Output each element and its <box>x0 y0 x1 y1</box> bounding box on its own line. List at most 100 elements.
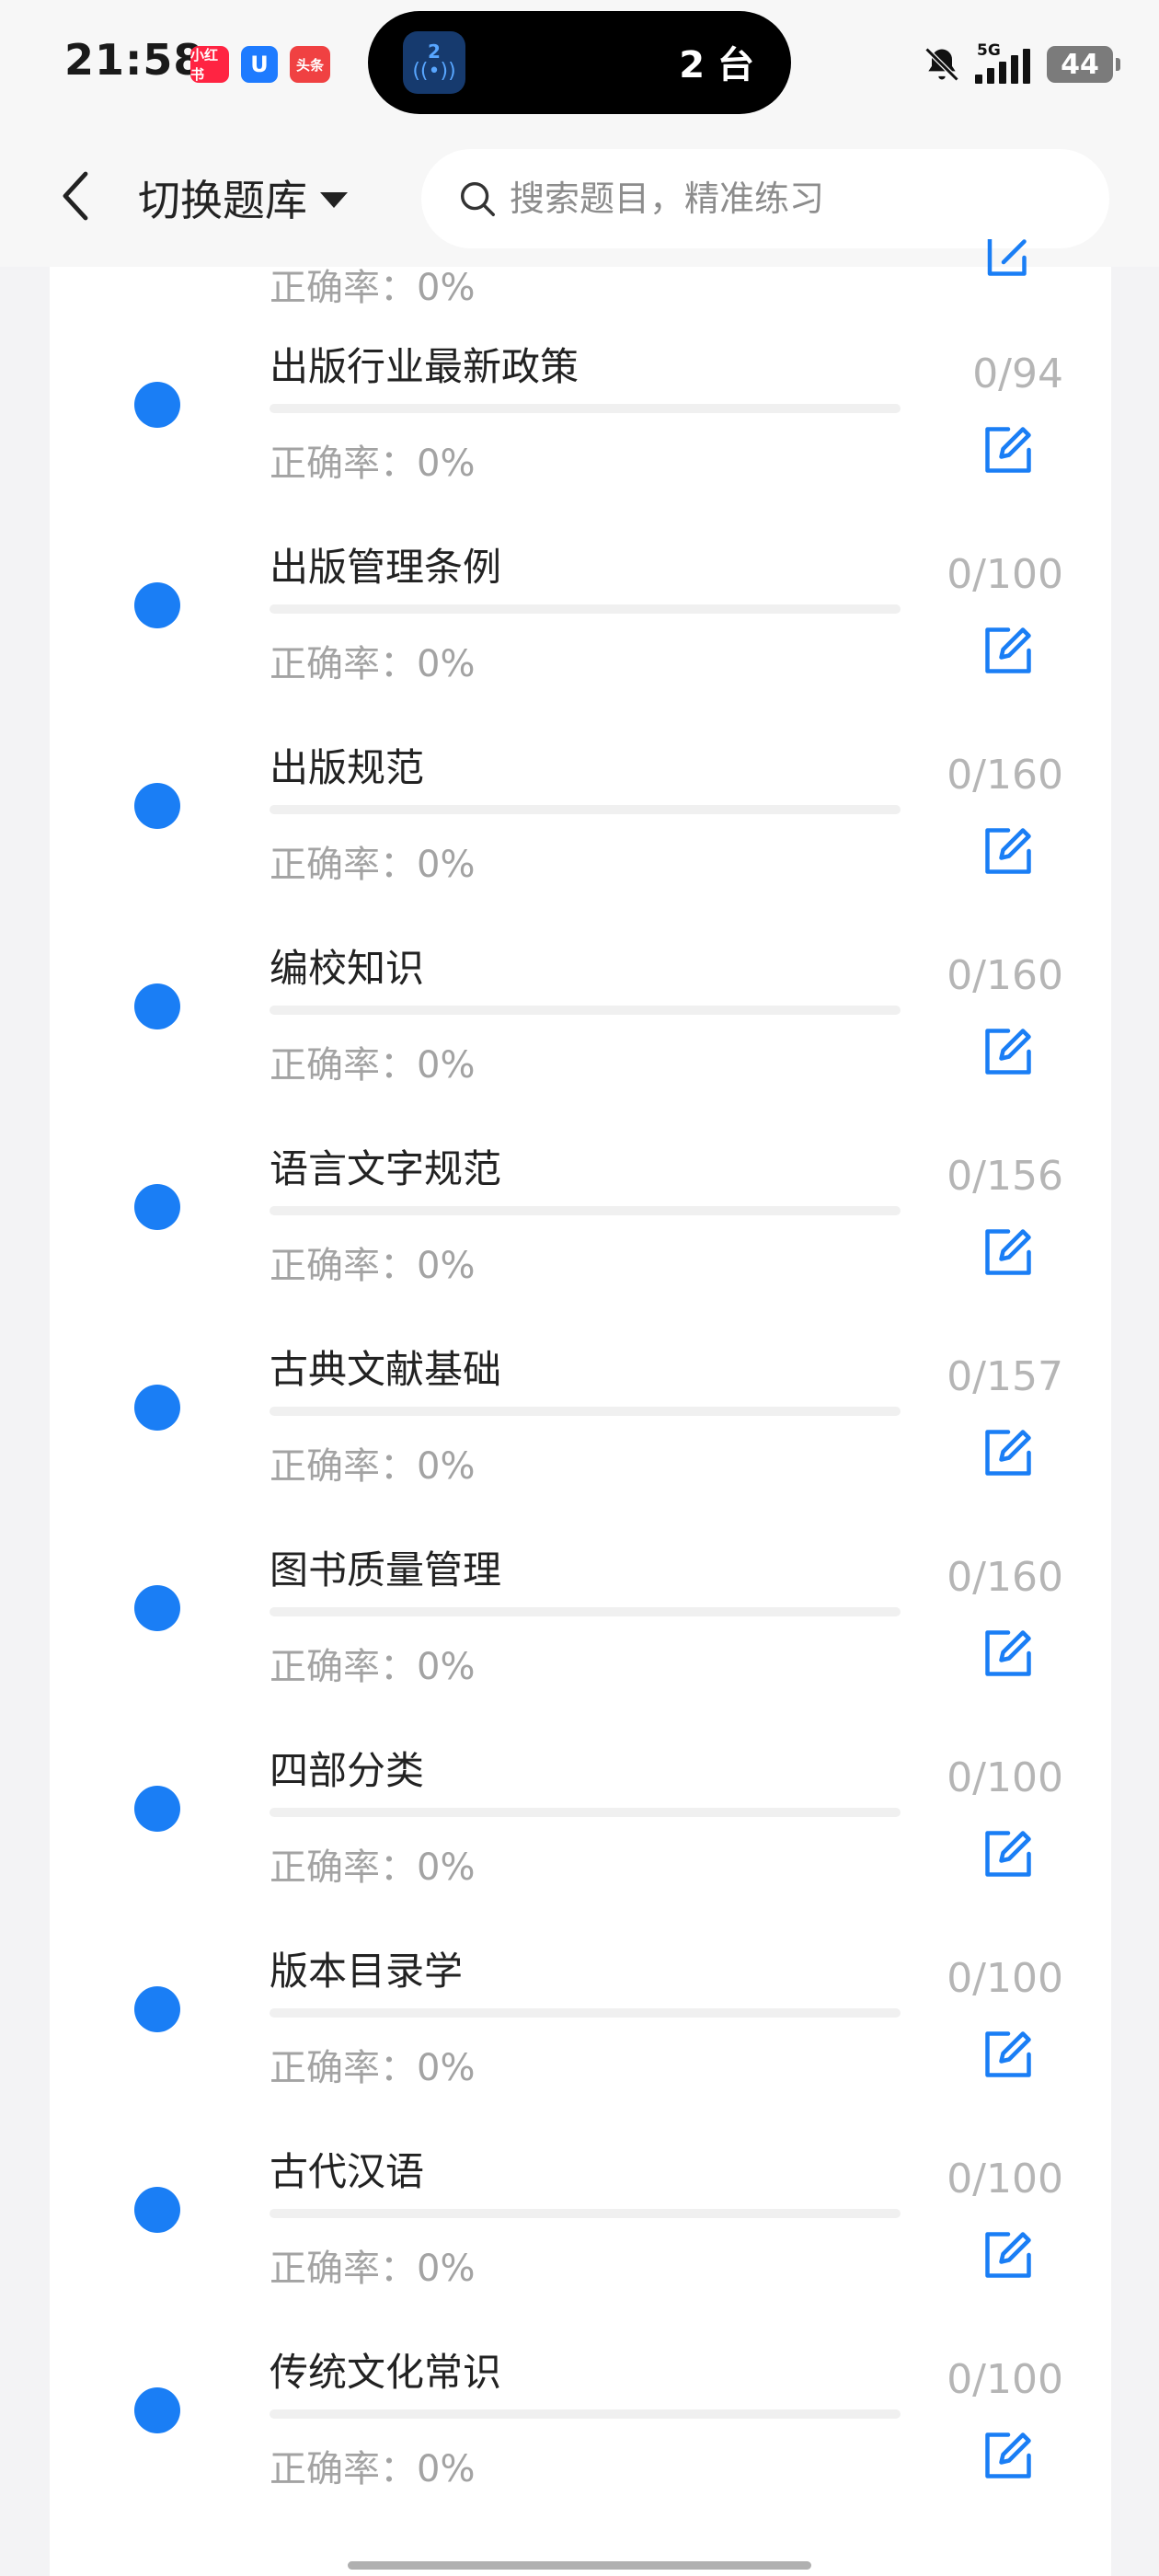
list-item[interactable]: 出版管理条例 正确率：0% 0/100 <box>50 545 1111 748</box>
question-count: 0/156 <box>947 1153 1063 1200</box>
list-item[interactable]: 出版行业最新政策 正确率：0% 0/94 <box>50 344 1111 547</box>
question-count: 0/100 <box>947 1955 1063 2002</box>
progress-track <box>270 1006 901 1015</box>
item-title: 出版行业最新政策 <box>270 344 580 389</box>
edit-icon[interactable] <box>981 2428 1036 2483</box>
accuracy-label: 正确率：0% <box>270 2248 476 2290</box>
toutiao-icon: 头条 <box>290 46 330 83</box>
network-type: 5G <box>977 41 1001 60</box>
question-count: 0/100 <box>947 2356 1063 2403</box>
battery-icon: 44 <box>1047 46 1120 83</box>
item-title: 古代汉语 <box>270 2149 425 2194</box>
status-dot <box>134 983 180 1029</box>
xiaohongshu-icon: 小红书 <box>190 46 229 83</box>
edit-icon[interactable] <box>981 2027 1036 2082</box>
question-count: 0/94 <box>972 351 1063 397</box>
accuracy-label: 正确率：0% <box>270 443 476 485</box>
item-title: 图书质量管理 <box>270 1547 502 1593</box>
accuracy-label: 正确率：0% <box>270 1445 476 1488</box>
switch-bank-label: 切换题库 <box>138 176 307 225</box>
status-dot <box>134 1585 180 1631</box>
status-bar: 21:58 小红书 U 头条 2 ((•)) 2 台 5G 44 <box>0 0 1159 129</box>
bell-muted-icon <box>924 47 959 82</box>
edit-icon[interactable] <box>981 1826 1036 1881</box>
broadcast-app-icon: 2 ((•)) <box>403 31 465 94</box>
island-badge: 2 <box>428 40 441 63</box>
status-dot <box>134 1786 180 1832</box>
item-title: 编校知识 <box>270 946 425 991</box>
list-item[interactable]: 古代汉语正确率：0% 0/100 <box>50 2149 1111 2352</box>
status-dot <box>134 1385 180 1431</box>
accuracy-label: 正确率：0% <box>270 643 476 685</box>
list-item[interactable]: 四部分类正确率：0% 0/100 <box>50 1748 1111 1951</box>
progress-track <box>270 1407 901 1416</box>
status-dot <box>134 1986 180 2032</box>
question-count: 0/160 <box>947 752 1063 799</box>
item-title: 出版规范 <box>270 745 425 790</box>
signal-icon: 5G <box>975 41 1034 87</box>
question-count: 0/100 <box>947 1754 1063 1801</box>
status-dot <box>134 2387 180 2433</box>
list-item[interactable]: 语言文字规范 正确率：0% 0/156 <box>50 1146 1111 1350</box>
edit-icon[interactable] <box>981 2227 1036 2283</box>
clock: 21:58 <box>64 35 204 85</box>
accuracy-label: 正确率：0% <box>270 844 476 886</box>
search-icon <box>460 181 495 216</box>
accuracy-label: 正确率：0% <box>270 2047 476 2089</box>
progress-track <box>270 1808 901 1817</box>
status-dot <box>134 1184 180 1230</box>
accuracy-label: 正确率：0% <box>270 1646 476 1688</box>
item-title: 四部分类 <box>270 1748 425 1793</box>
edit-icon[interactable] <box>981 422 1036 477</box>
progress-track <box>270 1607 901 1616</box>
edit-icon-partial[interactable] <box>981 239 1036 281</box>
list-item[interactable]: 图书质量管理正确率：0% 0/160 <box>50 1547 1111 1751</box>
list-item[interactable]: 出版规范正确率：0% 0/160 <box>50 745 1111 949</box>
edit-icon[interactable] <box>981 823 1036 879</box>
u-app-icon: U <box>241 46 278 83</box>
status-dot <box>134 382 180 428</box>
search-bar[interactable] <box>421 149 1109 248</box>
progress-track <box>270 2008 901 2018</box>
search-input[interactable] <box>508 178 1063 220</box>
system-icons: 5G 44 <box>922 37 1120 92</box>
edit-icon[interactable] <box>981 1024 1036 1079</box>
progress-track <box>270 1206 901 1215</box>
edit-icon[interactable] <box>981 623 1036 678</box>
question-count: 0/160 <box>947 1554 1063 1601</box>
question-count: 0/157 <box>947 1353 1063 1400</box>
list-item[interactable]: 传统文化常识 正确率：0% 0/100 <box>50 2350 1111 2553</box>
list-item[interactable]: 古典文献基础 正确率：0% 0/157 <box>50 1347 1111 1550</box>
back-button[interactable] <box>44 164 109 228</box>
question-count: 0/160 <box>947 952 1063 999</box>
list-item[interactable]: 版本目录学正确率：0% 0/100 <box>50 1949 1111 2152</box>
island-text: 2 台 <box>679 44 754 86</box>
home-indicator[interactable] <box>348 2561 811 2570</box>
accuracy-label: 正确率：0% <box>270 1044 476 1087</box>
caret-down-icon <box>320 191 348 208</box>
question-bank-list: 正确率：0% 出版行业最新政策 正确率：0% 0/94 出版管理条例 正确率：0% 0/1… <box>50 239 1111 2576</box>
status-dot <box>134 582 180 628</box>
status-dot <box>134 2187 180 2233</box>
accuracy-label: 正确率：0% <box>270 1846 476 1889</box>
question-count: 0/100 <box>947 2156 1063 2202</box>
progress-track <box>270 2409 901 2419</box>
progress-track <box>270 604 901 614</box>
edit-icon[interactable] <box>981 1626 1036 1681</box>
accuracy-label: 正确率：0% <box>270 2448 476 2490</box>
chevron-left-icon <box>63 171 88 221</box>
item-title: 版本目录学 <box>270 1949 464 1994</box>
switch-bank-button[interactable]: 切换题库 <box>138 166 348 230</box>
item-title: 出版管理条例 <box>270 545 502 590</box>
edit-icon[interactable] <box>981 1425 1036 1480</box>
edit-icon[interactable] <box>981 1225 1036 1280</box>
progress-track <box>270 805 901 814</box>
status-dot <box>134 783 180 829</box>
item-title: 传统文化常识 <box>270 2350 502 2395</box>
list-item[interactable]: 编校知识正确率：0% 0/160 <box>50 946 1111 1149</box>
item-title: 古典文献基础 <box>270 1347 502 1392</box>
accuracy-label-partial: 正确率：0% <box>270 267 476 309</box>
progress-track <box>270 2209 901 2218</box>
wireless-icon: ((•)) <box>412 60 456 83</box>
dynamic-island[interactable]: 2 ((•)) 2 台 <box>368 11 791 114</box>
